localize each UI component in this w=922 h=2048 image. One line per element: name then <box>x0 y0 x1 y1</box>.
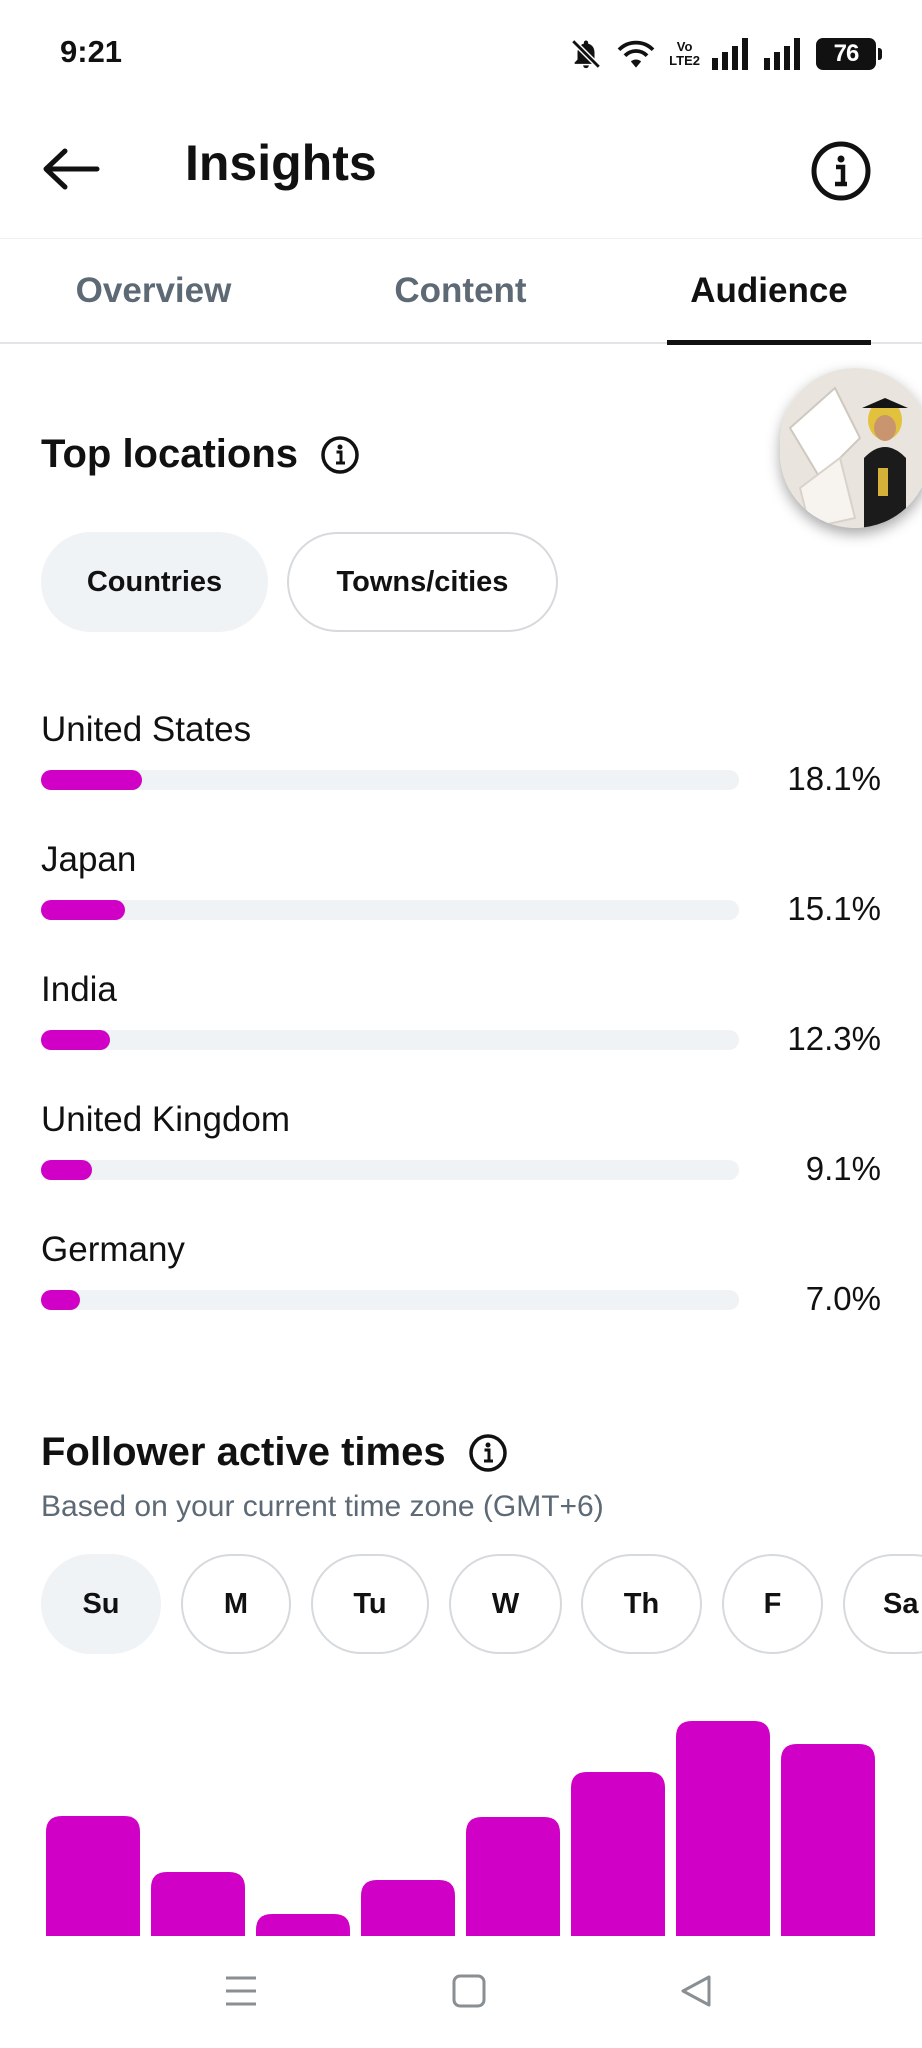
location-percent: 9.1% <box>805 1150 881 1187</box>
follower-active-times-title: Follower active times <box>41 1430 446 1474</box>
day-thursday[interactable]: Th <box>581 1554 702 1654</box>
follower-active-times-header: Follower active times <box>41 1430 508 1475</box>
home-square-icon <box>452 1974 486 2008</box>
top-locations-header: Top locations <box>41 432 360 477</box>
location-row: Germany 7.0% <box>41 1230 881 1350</box>
location-bar-track <box>41 1030 739 1050</box>
avatar-photo <box>780 368 922 528</box>
location-row: United States 18.1% <box>41 710 881 830</box>
day-saturday[interactable]: Sa <box>843 1554 922 1654</box>
bell-off-icon <box>569 37 603 71</box>
location-percent: 12.3% <box>787 1020 881 1057</box>
floating-avatar[interactable] <box>780 368 922 528</box>
location-percent: 7.0% <box>805 1280 881 1317</box>
info-icon[interactable] <box>320 435 360 475</box>
system-nav-bar <box>0 1936 922 2048</box>
location-name: Germany <box>41 1230 185 1269</box>
battery-icon: 76 <box>816 38 882 70</box>
arrow-left-icon <box>43 148 100 190</box>
signal-icon-1 <box>712 38 752 70</box>
back-button[interactable] <box>36 138 106 200</box>
chart-bar <box>256 1914 350 1936</box>
location-bar-fill <box>41 1160 92 1180</box>
menu-icon <box>226 1976 256 2006</box>
day-friday[interactable]: F <box>722 1554 823 1654</box>
home-button[interactable] <box>439 1966 499 2016</box>
location-bar-track <box>41 1290 739 1310</box>
chart-bar <box>466 1817 560 1936</box>
location-percent: 15.1% <box>787 890 881 927</box>
chart-bar <box>151 1872 245 1936</box>
location-name: India <box>41 970 117 1009</box>
filter-countries[interactable]: Countries <box>41 532 268 632</box>
page-title: Insights <box>185 135 377 191</box>
tab-content[interactable]: Content <box>337 239 584 343</box>
chart-bar <box>46 1816 140 1936</box>
volte-bottom-label: LTE2 <box>669 53 700 68</box>
timezone-subtitle: Based on your current time zone (GMT+6) <box>41 1490 604 1523</box>
location-bar-fill <box>41 1290 80 1310</box>
location-bar-fill <box>41 900 125 920</box>
volte-indicator: Vo LTE2 <box>669 40 700 68</box>
back-triangle-icon <box>681 1975 711 2007</box>
status-time: 9:21 <box>60 34 123 69</box>
location-bar-fill <box>41 1030 110 1050</box>
location-row: India 12.3% <box>41 970 881 1090</box>
location-bar-track <box>41 1160 739 1180</box>
info-icon <box>811 141 871 201</box>
top-locations-title: Top locations <box>41 432 299 476</box>
location-row: United Kingdom 9.1% <box>41 1100 881 1220</box>
tab-audience[interactable]: Audience <box>667 239 871 345</box>
location-bar-track <box>41 900 739 920</box>
day-sunday[interactable]: Su <box>41 1554 161 1654</box>
location-name: Japan <box>41 840 137 879</box>
status-icons: Vo LTE2 76 <box>569 34 882 74</box>
location-name: United States <box>41 710 252 749</box>
recents-button[interactable] <box>211 1966 271 2016</box>
system-back-button[interactable] <box>666 1966 726 2016</box>
day-tuesday[interactable]: Tu <box>311 1554 429 1654</box>
chart-bar <box>361 1880 455 1936</box>
info-button[interactable] <box>810 140 872 202</box>
day-monday[interactable]: M <box>181 1554 291 1654</box>
chart-bar <box>676 1721 770 1936</box>
filter-towns-cities[interactable]: Towns/cities <box>287 532 558 632</box>
location-percent: 18.1% <box>787 760 881 797</box>
active-times-chart <box>0 1700 922 1936</box>
tab-bar: Overview Content Audience <box>0 238 922 345</box>
location-name: United Kingdom <box>41 1100 291 1139</box>
tab-overview[interactable]: Overview <box>30 239 277 343</box>
active-times-chart-svg <box>46 1721 875 1936</box>
chart-bar <box>571 1772 665 1936</box>
signal-icon-2 <box>764 38 804 70</box>
chart-bar <box>781 1744 875 1936</box>
location-bar-fill <box>41 770 142 790</box>
volte-top-label: Vo <box>676 39 693 54</box>
status-bar: 9:21 Vo LTE2 76 <box>0 0 922 104</box>
wifi-icon <box>615 37 657 71</box>
app-bar: Insights <box>0 104 922 238</box>
info-icon[interactable] <box>468 1433 508 1473</box>
day-wednesday[interactable]: W <box>449 1554 562 1654</box>
location-bar-track <box>41 770 739 790</box>
location-row: Japan 15.1% <box>41 840 881 960</box>
